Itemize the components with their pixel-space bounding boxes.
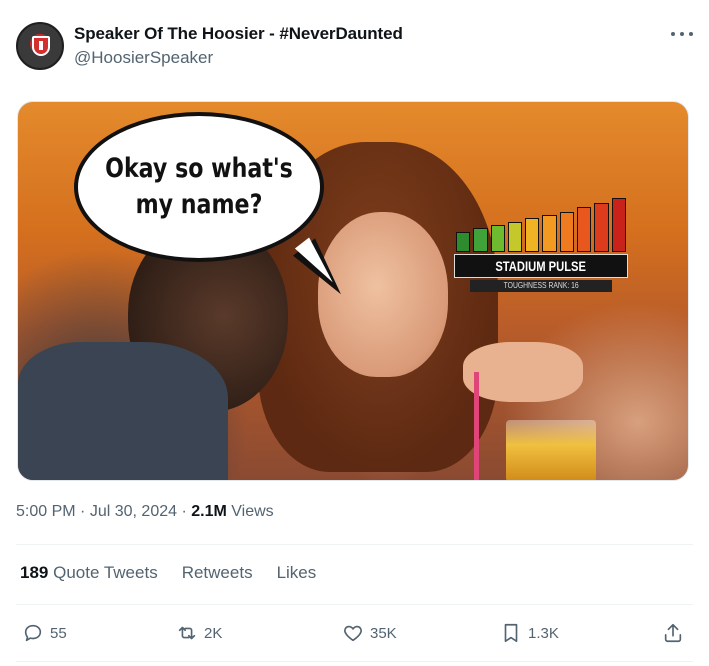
speech-bubble: Okay so what's my name? <box>74 112 324 262</box>
pulse-bar <box>611 198 626 252</box>
shield-logo-icon <box>32 36 50 56</box>
likes-link[interactable]: Likes <box>277 563 317 583</box>
retweets-link[interactable]: Retweets <box>182 563 253 583</box>
bookmark-count: 1.3K <box>528 624 559 642</box>
retweet-button[interactable]: 2K <box>176 620 222 646</box>
pulse-bar <box>473 228 488 252</box>
pulse-bar <box>594 203 609 252</box>
bookmark-icon <box>504 623 518 643</box>
pulse-bar <box>507 222 523 252</box>
pulse-rank-box: TOUGHNESS RANK: 16 <box>470 280 612 292</box>
tweet-header: Speaker Of The Hoosier - #NeverDaunted @… <box>16 18 693 74</box>
pulse-bar <box>525 218 540 252</box>
tweet-time[interactable]: 5:00 PM <box>16 503 76 520</box>
pulse-bars <box>456 196 626 252</box>
divider <box>16 604 693 605</box>
pulse-bar <box>490 225 505 252</box>
like-button[interactable]: 35K <box>342 620 397 646</box>
bookmark-button[interactable]: 1.3K <box>500 620 559 646</box>
stadium-pulse-meter: STADIUM PULSE TOUGHNESS RANK: 16 <box>454 196 628 292</box>
pulse-bar <box>577 207 592 252</box>
divider <box>16 661 693 662</box>
retweet-icon <box>178 626 196 640</box>
divider <box>16 544 693 545</box>
author-display-name[interactable]: Speaker Of The Hoosier - #NeverDaunted <box>74 24 403 44</box>
views-label: Views <box>231 503 274 520</box>
speech-bubble-text: Okay so what's my name? <box>105 153 293 220</box>
pulse-bar <box>456 232 471 252</box>
action-bar: 55 2K 35K 1.3K <box>22 620 686 646</box>
share-button[interactable] <box>662 620 684 646</box>
reply-button[interactable]: 55 <box>22 620 67 646</box>
views-count: 2.1M <box>191 503 227 520</box>
quote-tweets-link[interactable]: 189 Quote Tweets <box>20 563 158 583</box>
pulse-bar <box>542 215 557 252</box>
tweet-stats: 189 Quote Tweets Retweets Likes <box>20 563 316 583</box>
pulse-rank: TOUGHNESS RANK: 16 <box>503 281 579 290</box>
pulse-title: STADIUM PULSE <box>495 258 587 274</box>
author-handle[interactable]: @HoosierSpeaker <box>74 48 213 68</box>
retweet-count: 2K <box>204 624 223 642</box>
tweet-date[interactable]: Jul 30, 2024 <box>90 503 177 520</box>
avatar[interactable] <box>16 22 64 70</box>
tweet-meta: 5:00 PM · Jul 30, 2024 · 2.1M Views <box>16 503 274 520</box>
share-icon <box>664 623 682 643</box>
pulse-bar <box>559 212 575 252</box>
heart-icon <box>344 625 362 642</box>
pulse-title-box: STADIUM PULSE <box>454 254 628 278</box>
more-options-icon[interactable] <box>671 28 693 40</box>
like-count: 35K <box>370 624 397 642</box>
reply-icon <box>24 624 42 642</box>
reply-count: 55 <box>50 624 67 642</box>
tweet-image[interactable]: Okay so what's my name? STADIUM PULSE TO… <box>17 101 689 481</box>
